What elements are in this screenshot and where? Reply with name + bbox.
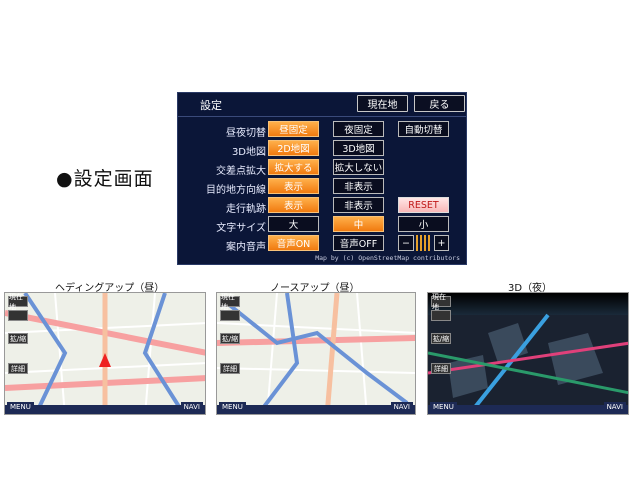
map-north-up[interactable]: 現在地 拡/縮 詳細 MENU NAVI [216, 292, 416, 415]
night-fixed-button[interactable]: 夜固定 [333, 121, 384, 137]
map-3d-night[interactable]: 現在地 拡/縮 詳細 MENU NAVI [427, 292, 629, 415]
track-hide-button[interactable]: 非表示 [333, 197, 384, 213]
row-voice: 案内音声 音声ON 音声OFF − + [178, 235, 466, 254]
row-label: 交差点拡大 [216, 166, 266, 177]
voice-off-button[interactable]: 音声OFF [333, 235, 384, 251]
row-day-night: 昼夜切替 昼固定 夜固定 自動切替 [178, 121, 466, 140]
row-destination-line: 目的地方向線 表示 非表示 [178, 178, 466, 197]
map-heading-up[interactable]: 現在地 拡/縮 詳細 MENU NAVI [4, 292, 206, 415]
volume-minus-button[interactable]: − [398, 235, 414, 251]
track-show-button[interactable]: 表示 [268, 197, 319, 213]
map-graphic [5, 293, 205, 414]
compass-button[interactable] [431, 310, 451, 321]
current-location-map-button[interactable]: 現在地 [8, 293, 28, 311]
zoom-button[interactable]: 拡/縮 [431, 333, 451, 344]
auto-switch-button[interactable]: 自動切替 [398, 121, 449, 137]
row-label: 案内音声 [226, 242, 266, 253]
current-location-map-button[interactable]: 現在地 [220, 293, 240, 311]
row-label: 文字サイズ [216, 223, 266, 234]
settings-panel: 設定 現在地 戻る 昼夜切替 昼固定 夜固定 自動切替 3D地図 2D地図 3D… [177, 92, 467, 265]
font-large-button[interactable]: 大 [268, 216, 319, 232]
2d-map-button[interactable]: 2D地図 [268, 140, 319, 156]
row-label: 昼夜切替 [226, 128, 266, 139]
font-small-button[interactable]: 小 [398, 216, 449, 232]
settings-title: 設定 [200, 99, 222, 112]
detail-button[interactable]: 詳細 [220, 363, 240, 374]
detail-button[interactable]: 詳細 [8, 363, 28, 374]
day-fixed-button[interactable]: 昼固定 [268, 121, 319, 137]
back-button[interactable]: 戻る [414, 95, 465, 112]
zoom-button[interactable]: 拡/縮 [220, 333, 240, 344]
volume-plus-button[interactable]: + [434, 235, 449, 251]
voice-on-button[interactable]: 音声ON [268, 235, 319, 251]
font-medium-button[interactable]: 中 [333, 216, 384, 232]
navi-button[interactable]: NAVI [180, 402, 203, 412]
map-credit: Map by (c) OpenStreetMap contributors [315, 254, 460, 262]
zoom-button[interactable]: 拡/縮 [8, 333, 28, 344]
3d-map-button[interactable]: 3D地図 [333, 140, 384, 156]
menu-button[interactable]: MENU [430, 402, 457, 412]
row-3d-map: 3D地図 2D地図 3D地図 [178, 140, 466, 159]
row-font-size: 文字サイズ 大 中 小 [178, 216, 466, 235]
compass-button[interactable] [220, 310, 240, 321]
row-intersection-zoom: 交差点拡大 拡大する 拡大しない [178, 159, 466, 178]
zoom-off-button[interactable]: 拡大しない [333, 159, 384, 175]
current-location-button[interactable]: 現在地 [357, 95, 408, 112]
destination-line-show-button[interactable]: 表示 [268, 178, 319, 194]
menu-button[interactable]: MENU [219, 402, 246, 412]
navi-button[interactable]: NAVI [603, 402, 626, 412]
header-divider [178, 116, 466, 117]
map-graphic [428, 293, 628, 414]
track-reset-button[interactable]: RESET [398, 197, 449, 213]
row-track: 走行軌跡 表示 非表示 RESET [178, 197, 466, 216]
current-location-map-button[interactable]: 現在地 [431, 293, 451, 311]
volume-level-bar [416, 235, 432, 251]
detail-button[interactable]: 詳細 [431, 363, 451, 374]
menu-button[interactable]: MENU [7, 402, 34, 412]
navi-button[interactable]: NAVI [390, 402, 413, 412]
row-label: 3D地図 [231, 147, 266, 158]
row-label: 走行軌跡 [226, 204, 266, 215]
map-graphic [217, 293, 415, 414]
zoom-on-button[interactable]: 拡大する [268, 159, 319, 175]
compass-button[interactable] [8, 310, 28, 321]
section-heading: ●設定画面 [56, 168, 154, 190]
row-label: 目的地方向線 [206, 185, 266, 196]
destination-line-hide-button[interactable]: 非表示 [333, 178, 384, 194]
